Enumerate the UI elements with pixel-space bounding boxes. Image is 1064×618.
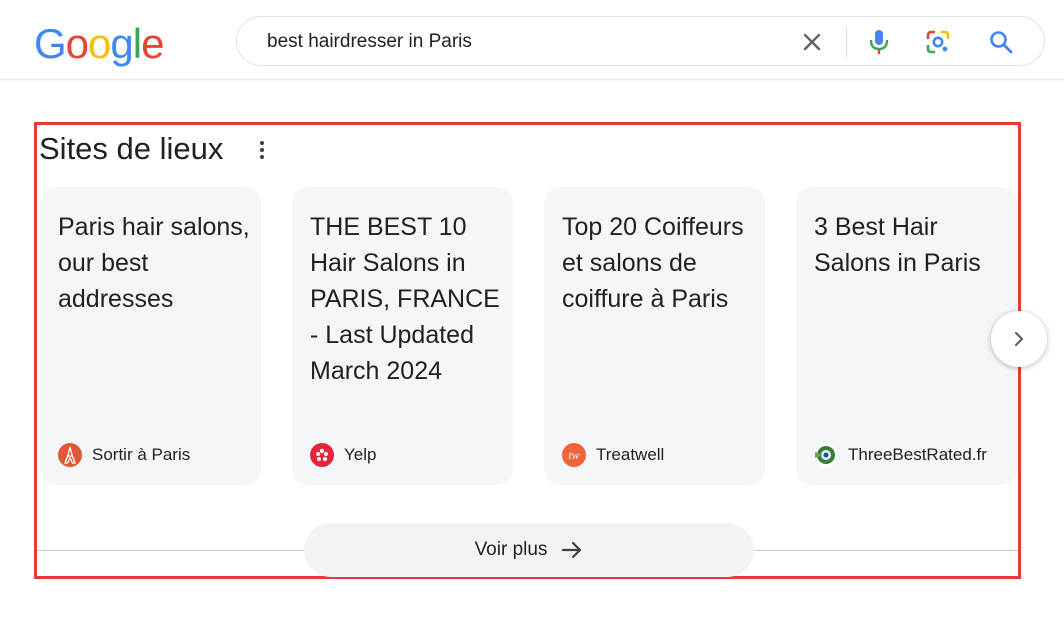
yelp-icon [310,443,334,467]
search-divider [846,27,847,57]
card-source: ThreeBestRated.fr [814,443,987,467]
chevron-right-icon [1014,331,1024,347]
header: Google [0,0,1064,80]
see-more-label: Voir plus [474,539,548,560]
more-options-icon[interactable] [251,137,273,163]
result-card[interactable]: THE BEST 10 Hair Salons in PARIS, FRANCE… [292,187,513,485]
result-card[interactable]: Paris hair salons, our best addresses So… [40,187,261,485]
microphone-icon[interactable] [864,27,894,57]
threebestrated-icon [814,443,838,467]
card-source: tw Treatwell [562,443,664,467]
source-name: Treatwell [596,445,665,464]
source-name: ThreeBestRated.fr [848,445,987,464]
card-title: Paris hair salons, our best addresses [58,213,250,313]
result-card[interactable]: Top 20 Coiffeurs et salons de coiffure à… [544,187,765,485]
card-title: 3 Best Hair Salons in Paris [814,213,981,277]
section-title: Sites de lieux [39,131,224,166]
arrow-right-icon [562,541,582,559]
source-name: Yelp [344,445,377,464]
google-logo[interactable]: Google [34,18,164,68]
search-icon[interactable] [986,27,1016,57]
result-card[interactable]: 3 Best Hair Salons in Paris ThreeBestRat… [796,187,1017,485]
search-box [236,16,1045,66]
svg-text:Google: Google [34,20,163,67]
clear-icon[interactable] [797,27,827,57]
eiffel-tower-icon [58,443,82,467]
places-sites-section: Sites de lieux Paris hair salons, our be… [34,122,1047,579]
card-title: Top 20 Coiffeurs et salons de coiffure à… [562,213,744,313]
see-more-button[interactable]: Voir plus [304,523,754,577]
carousel-next-button[interactable] [991,311,1047,367]
google-lens-icon[interactable] [923,27,953,57]
search-input[interactable] [267,30,787,54]
source-name: Sortir à Paris [92,445,191,464]
card-title: THE BEST 10 Hair Salons in PARIS, FRANCE… [310,213,500,385]
treatwell-icon: tw [562,443,586,467]
card-source: Yelp [310,443,376,467]
card-source: Sortir à Paris [58,443,190,467]
